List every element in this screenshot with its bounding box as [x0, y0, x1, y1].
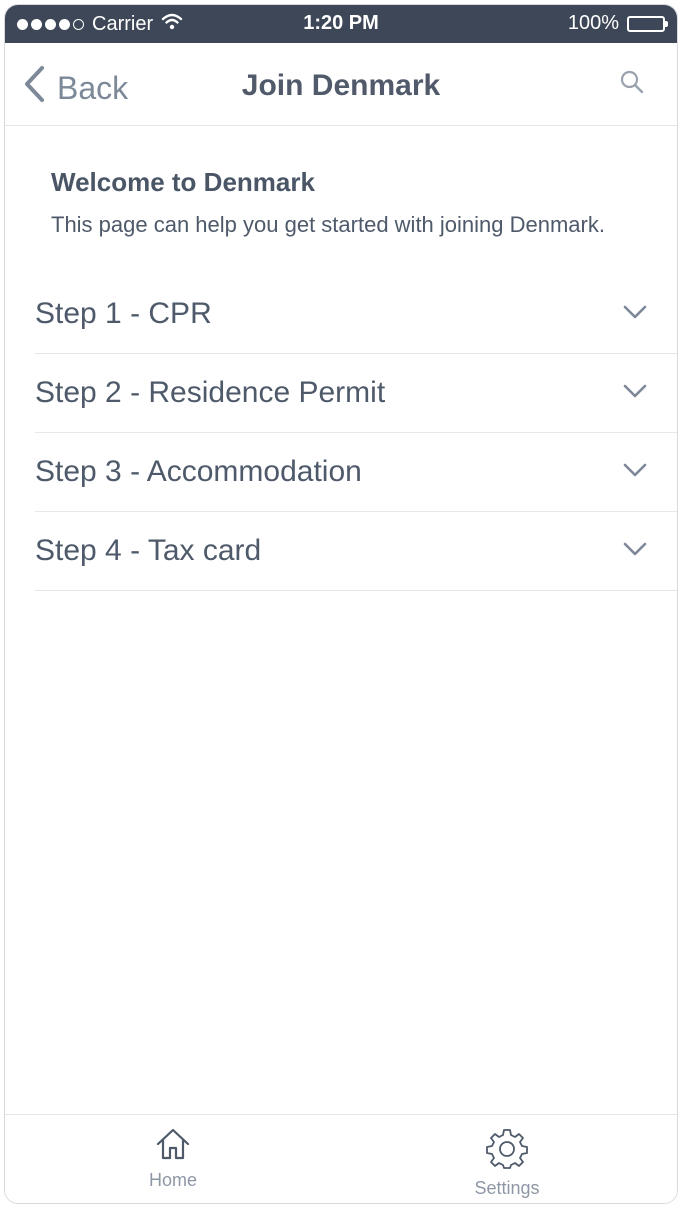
step-label: Step 1 - CPR	[35, 297, 212, 330]
step-item-tax-card[interactable]: Step 4 - Tax card	[35, 512, 677, 591]
gear-icon	[486, 1129, 528, 1173]
welcome-title: Welcome to Denmark	[51, 167, 315, 197]
tab-home[interactable]: Home	[103, 1127, 243, 1191]
chevron-down-icon	[623, 384, 647, 403]
phone-frame: Carrier 1:20 PM 100% Back Join Denmark W…	[4, 4, 678, 1204]
step-item-cpr[interactable]: Step 1 - CPR	[35, 275, 677, 354]
chevron-down-icon	[623, 305, 647, 324]
chevron-down-icon	[623, 542, 647, 561]
welcome-section: Welcome to Denmark This page can help yo…	[51, 167, 605, 238]
tab-bar: Home Settings	[5, 1114, 677, 1203]
steps-list: Step 1 - CPR Step 2 - Residence Permit S…	[35, 275, 677, 591]
page-title: Join Denmark	[241, 69, 441, 102]
chevron-down-icon	[623, 463, 647, 482]
step-item-residence-permit[interactable]: Step 2 - Residence Permit	[35, 354, 677, 433]
home-icon	[155, 1128, 191, 1165]
battery-icon	[627, 15, 668, 32]
step-label: Step 2 - Residence Permit	[35, 376, 386, 409]
navigation-bar: Back Join Denmark	[5, 43, 677, 126]
step-item-accommodation[interactable]: Step 3 - Accommodation	[35, 433, 677, 512]
tab-label: Home	[148, 1170, 197, 1190]
search-icon	[619, 70, 645, 99]
tab-label: Settings	[474, 1178, 540, 1198]
step-label: Step 3 - Accommodation	[35, 455, 362, 488]
battery-percent: 100%	[567, 12, 619, 34]
search-button[interactable]	[619, 69, 645, 100]
status-bar: Carrier 1:20 PM 100%	[5, 5, 677, 43]
status-right: 100%	[567, 12, 668, 35]
step-label: Step 4 - Tax card	[35, 534, 262, 567]
tab-settings[interactable]: Settings	[437, 1127, 577, 1199]
welcome-text: This page can help you get started with …	[51, 212, 605, 237]
